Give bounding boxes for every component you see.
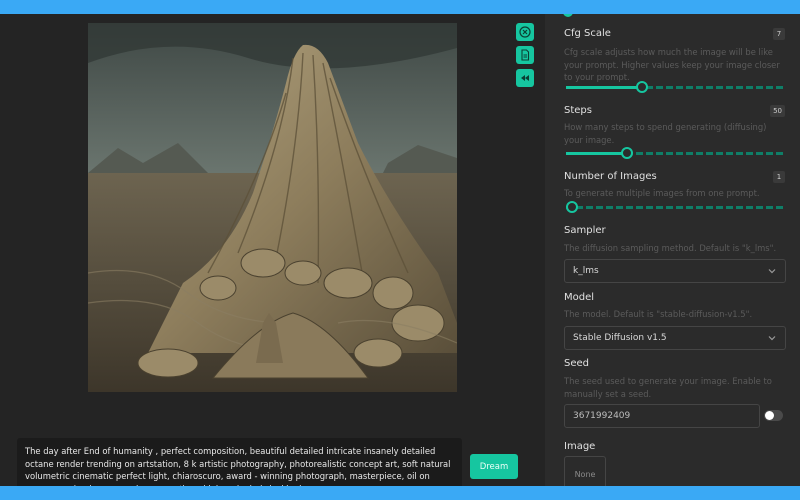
- cfg-scale-slider[interactable]: [566, 81, 784, 93]
- rewind-icon[interactable]: [516, 69, 534, 87]
- steps-title: Steps: [564, 105, 592, 116]
- scroll-indicator: [563, 14, 573, 17]
- generated-image: [88, 23, 457, 392]
- seed-toggle[interactable]: [764, 410, 783, 421]
- slider-thumb[interactable]: [636, 81, 649, 93]
- chevron-down-icon: [768, 269, 776, 274]
- model-selected: Stable Diffusion v1.5: [573, 333, 667, 343]
- chevron-down-icon: [768, 336, 776, 341]
- steps-value: 50: [770, 105, 785, 117]
- cfg-scale-description: Cfg scale adjusts how much the image wil…: [564, 47, 780, 82]
- slider-thumb[interactable]: [566, 201, 578, 213]
- cfg-scale-value: 7: [773, 28, 785, 40]
- dream-button[interactable]: Dream: [470, 454, 518, 479]
- document-icon[interactable]: [516, 46, 534, 64]
- settings-panel: Cfg Scale 7 Cfg scale adjusts how much t…: [545, 14, 800, 486]
- init-image-box[interactable]: None: [564, 456, 606, 486]
- model-description: The model. Default is "stable-diffusion-…: [564, 309, 753, 319]
- prompt-textarea[interactable]: The day after End of humanity , perfect …: [17, 438, 462, 486]
- model-title: Model: [564, 292, 595, 303]
- toggle-knob: [765, 411, 774, 420]
- sampler-title: Sampler: [564, 225, 606, 236]
- steps-slider[interactable]: [566, 147, 784, 159]
- sampler-select[interactable]: k_lms: [564, 259, 786, 283]
- sampler-description: The diffusion sampling method. Default i…: [564, 243, 777, 253]
- image-title: Image: [564, 441, 596, 452]
- num-images-value: 1: [773, 171, 785, 183]
- steps-description: How many steps to spend generating (diff…: [564, 122, 767, 145]
- seed-description: The seed used to generate your image. En…: [564, 376, 772, 399]
- model-select[interactable]: Stable Diffusion v1.5: [564, 326, 786, 350]
- seed-input[interactable]: 3671992409: [564, 404, 760, 428]
- close-circle-icon[interactable]: [516, 23, 534, 41]
- image-panel: The day after End of humanity , perfect …: [0, 14, 545, 486]
- num-images-description: To generate multiple images from one pro…: [564, 188, 760, 198]
- cfg-scale-title: Cfg Scale: [564, 28, 611, 39]
- slider-thumb[interactable]: [621, 147, 634, 159]
- num-images-slider[interactable]: [566, 201, 784, 213]
- app-window: The day after End of humanity , perfect …: [0, 14, 800, 486]
- num-images-title: Number of Images: [564, 171, 657, 182]
- seed-title: Seed: [564, 358, 589, 369]
- sampler-selected: k_lms: [573, 266, 599, 276]
